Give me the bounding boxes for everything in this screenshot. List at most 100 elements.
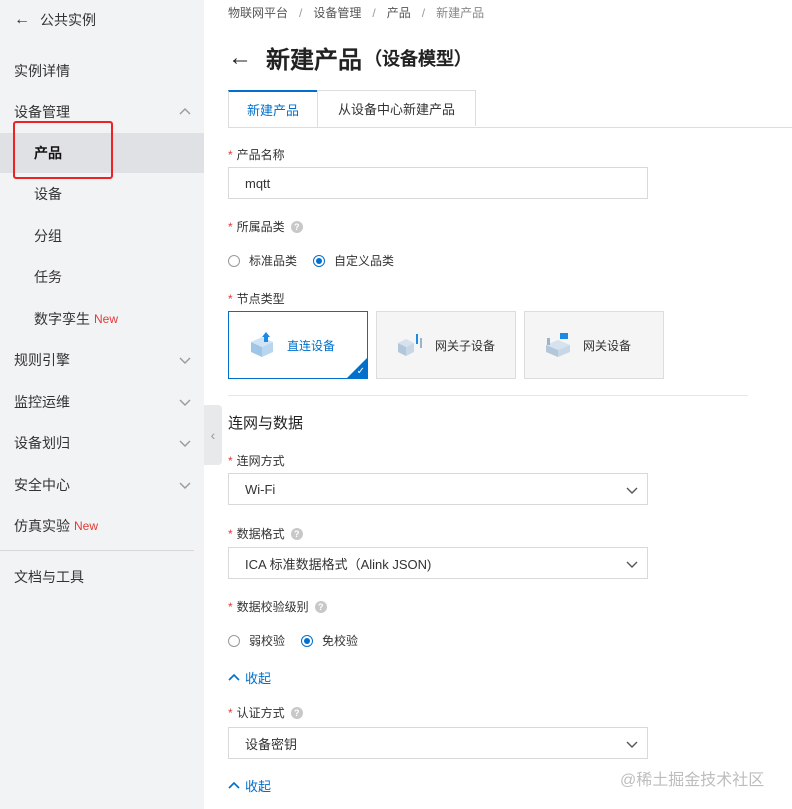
check-level-radio-group: 弱校验 免校验: [228, 632, 374, 649]
node-type-label: * 节点类型: [228, 290, 285, 307]
check-icon: ✓: [356, 366, 365, 377]
required-mark: *: [228, 599, 233, 614]
gateway-subdevice-icon: [398, 334, 422, 356]
breadcrumb-item[interactable]: 设备管理: [313, 6, 361, 20]
radio-weak-check[interactable]: 弱校验: [228, 632, 285, 649]
sidebar-item-label: 实例详情: [14, 63, 70, 79]
watermark: @稀土掘金技术社区: [620, 772, 765, 789]
help-icon[interactable]: ?: [290, 220, 303, 233]
highlight-box: [13, 121, 113, 179]
radio-circle[interactable]: [228, 254, 240, 267]
select-value: ICA 标准数据格式（Alink JSON): [245, 556, 432, 572]
help-icon[interactable]: ?: [290, 706, 303, 719]
sidebar: ← 公共实例 实例详情 设备管理 产品 设备 分组 任务 数字孪生 New 规则…: [0, 0, 204, 809]
data-format-select[interactable]: ICA 标准数据格式（Alink JSON): [228, 547, 648, 579]
auth-label: * 认证方式 ?: [228, 704, 303, 721]
breadcrumb-separator: /: [372, 6, 376, 20]
sidebar-item-digital-twin[interactable]: 数字孪生 New: [0, 299, 204, 339]
required-mark: *: [228, 291, 233, 306]
new-badge: New: [74, 519, 99, 533]
check-level-label: * 数据校验级别 ?: [228, 598, 327, 615]
sidebar-item-label: 设备: [34, 186, 62, 202]
chevron-left-icon: ‹: [210, 427, 216, 443]
direct-device-icon: [251, 332, 273, 357]
section-title: 连网与数据: [228, 415, 304, 432]
sidebar-item-label: 数字孪生: [34, 311, 90, 327]
tab-from-device-center[interactable]: 从设备中心新建产品: [317, 90, 476, 126]
select-value: 设备密钥: [245, 736, 298, 752]
tab-bar: 新建产品 从设备中心新建产品: [228, 90, 792, 128]
gateway-device-icon: [546, 333, 570, 357]
sidebar-item-device[interactable]: 设备: [0, 174, 204, 214]
field-label-text: 数据校验级别: [236, 600, 309, 614]
collapse-link[interactable]: 收起: [228, 668, 271, 687]
radio-custom-category[interactable]: 自定义品类: [313, 252, 394, 269]
page-title-main: 新建产品: [266, 47, 362, 74]
network-select[interactable]: Wi-Fi: [228, 473, 648, 505]
node-card-gateway-subdevice[interactable]: 网关子设备: [376, 311, 516, 379]
sidebar-item-label: 规则引擎: [14, 352, 70, 368]
field-label-text: 所属品类: [236, 220, 285, 234]
chevron-up-icon: [179, 108, 191, 115]
sidebar-item-device-assignment[interactable]: 设备划归: [0, 423, 204, 463]
sidebar-item-label: 设备划归: [14, 435, 70, 451]
radio-label: 免校验: [322, 634, 359, 648]
node-card-gateway-device[interactable]: 网关设备: [524, 311, 664, 379]
radio-standard-category[interactable]: 标准品类: [228, 252, 297, 269]
collapse-label: 收起: [245, 779, 272, 794]
sidebar-item-rule-engine[interactable]: 规则引擎: [0, 340, 204, 380]
node-card-direct-device[interactable]: 直连设备 ✓: [228, 311, 368, 379]
sidebar-item-monitoring[interactable]: 监控运维: [0, 382, 204, 422]
radio-circle-selected[interactable]: [313, 254, 326, 267]
collapse-link[interactable]: 收起: [228, 776, 271, 795]
breadcrumb: 物联网平台 / 设备管理 / 产品 / 新建产品: [228, 4, 484, 21]
network-label: * 连网方式: [228, 452, 285, 469]
field-label-text: 认证方式: [236, 706, 285, 720]
data-format-label: * 数据格式 ?: [228, 525, 303, 542]
breadcrumb-item[interactable]: 物联网平台: [228, 6, 288, 20]
back-arrow-icon[interactable]: ←: [228, 44, 252, 72]
radio-no-check[interactable]: 免校验: [301, 632, 358, 649]
chevron-down-icon: [179, 357, 191, 364]
breadcrumb-item[interactable]: 产品: [387, 6, 411, 20]
radio-circle[interactable]: [228, 634, 240, 647]
sidebar-item-docs-tools[interactable]: 文档与工具: [0, 557, 204, 597]
sidebar-item-security-center[interactable]: 安全中心: [0, 465, 204, 505]
required-mark: *: [228, 526, 233, 541]
tab-new-product[interactable]: 新建产品: [228, 90, 318, 127]
chevron-down-icon: [179, 440, 191, 447]
collapse-label: 收起: [245, 671, 272, 686]
auth-select[interactable]: 设备密钥: [228, 727, 648, 759]
help-icon[interactable]: ?: [290, 527, 303, 540]
sidebar-item-label: 设备管理: [14, 104, 70, 120]
back-to-instances-link[interactable]: ← 公共实例: [14, 10, 96, 30]
required-mark: *: [228, 453, 233, 468]
node-card-label: 网关设备: [583, 338, 632, 353]
product-name-input[interactable]: mqtt: [228, 167, 648, 199]
select-value: Wi-Fi: [245, 481, 276, 497]
sidebar-item-label: 任务: [34, 269, 62, 285]
breadcrumb-separator: /: [299, 6, 303, 20]
sidebar-item-group[interactable]: 分组: [0, 216, 204, 256]
sidebar-divider: [0, 550, 194, 551]
arrow-left-icon: ←: [14, 11, 30, 28]
sidebar-item-label: 安全中心: [14, 477, 70, 493]
radio-label: 弱校验: [249, 634, 286, 648]
section-divider: [228, 395, 748, 396]
sidebar-collapse-handle[interactable]: ‹: [204, 405, 222, 465]
help-icon[interactable]: ?: [314, 600, 327, 613]
sidebar-item-label: 分组: [34, 228, 62, 244]
radio-circle-selected[interactable]: [301, 634, 314, 647]
sidebar-item-simulation[interactable]: 仿真实验 New: [0, 506, 204, 546]
sidebar-item-label: 监控运维: [14, 394, 70, 410]
chevron-up-icon: [228, 781, 240, 789]
sidebar-item-instance-detail[interactable]: 实例详情: [0, 51, 204, 91]
node-card-label: 网关子设备: [435, 338, 496, 353]
field-label-text: 节点类型: [236, 292, 285, 306]
sidebar-item-task[interactable]: 任务: [0, 257, 204, 297]
new-badge: New: [94, 312, 119, 326]
category-radio-group: 标准品类 自定义品类: [228, 252, 410, 269]
chevron-down-icon: [179, 399, 191, 406]
chevron-down-icon: [626, 561, 638, 568]
field-label-text: 数据格式: [236, 527, 285, 541]
